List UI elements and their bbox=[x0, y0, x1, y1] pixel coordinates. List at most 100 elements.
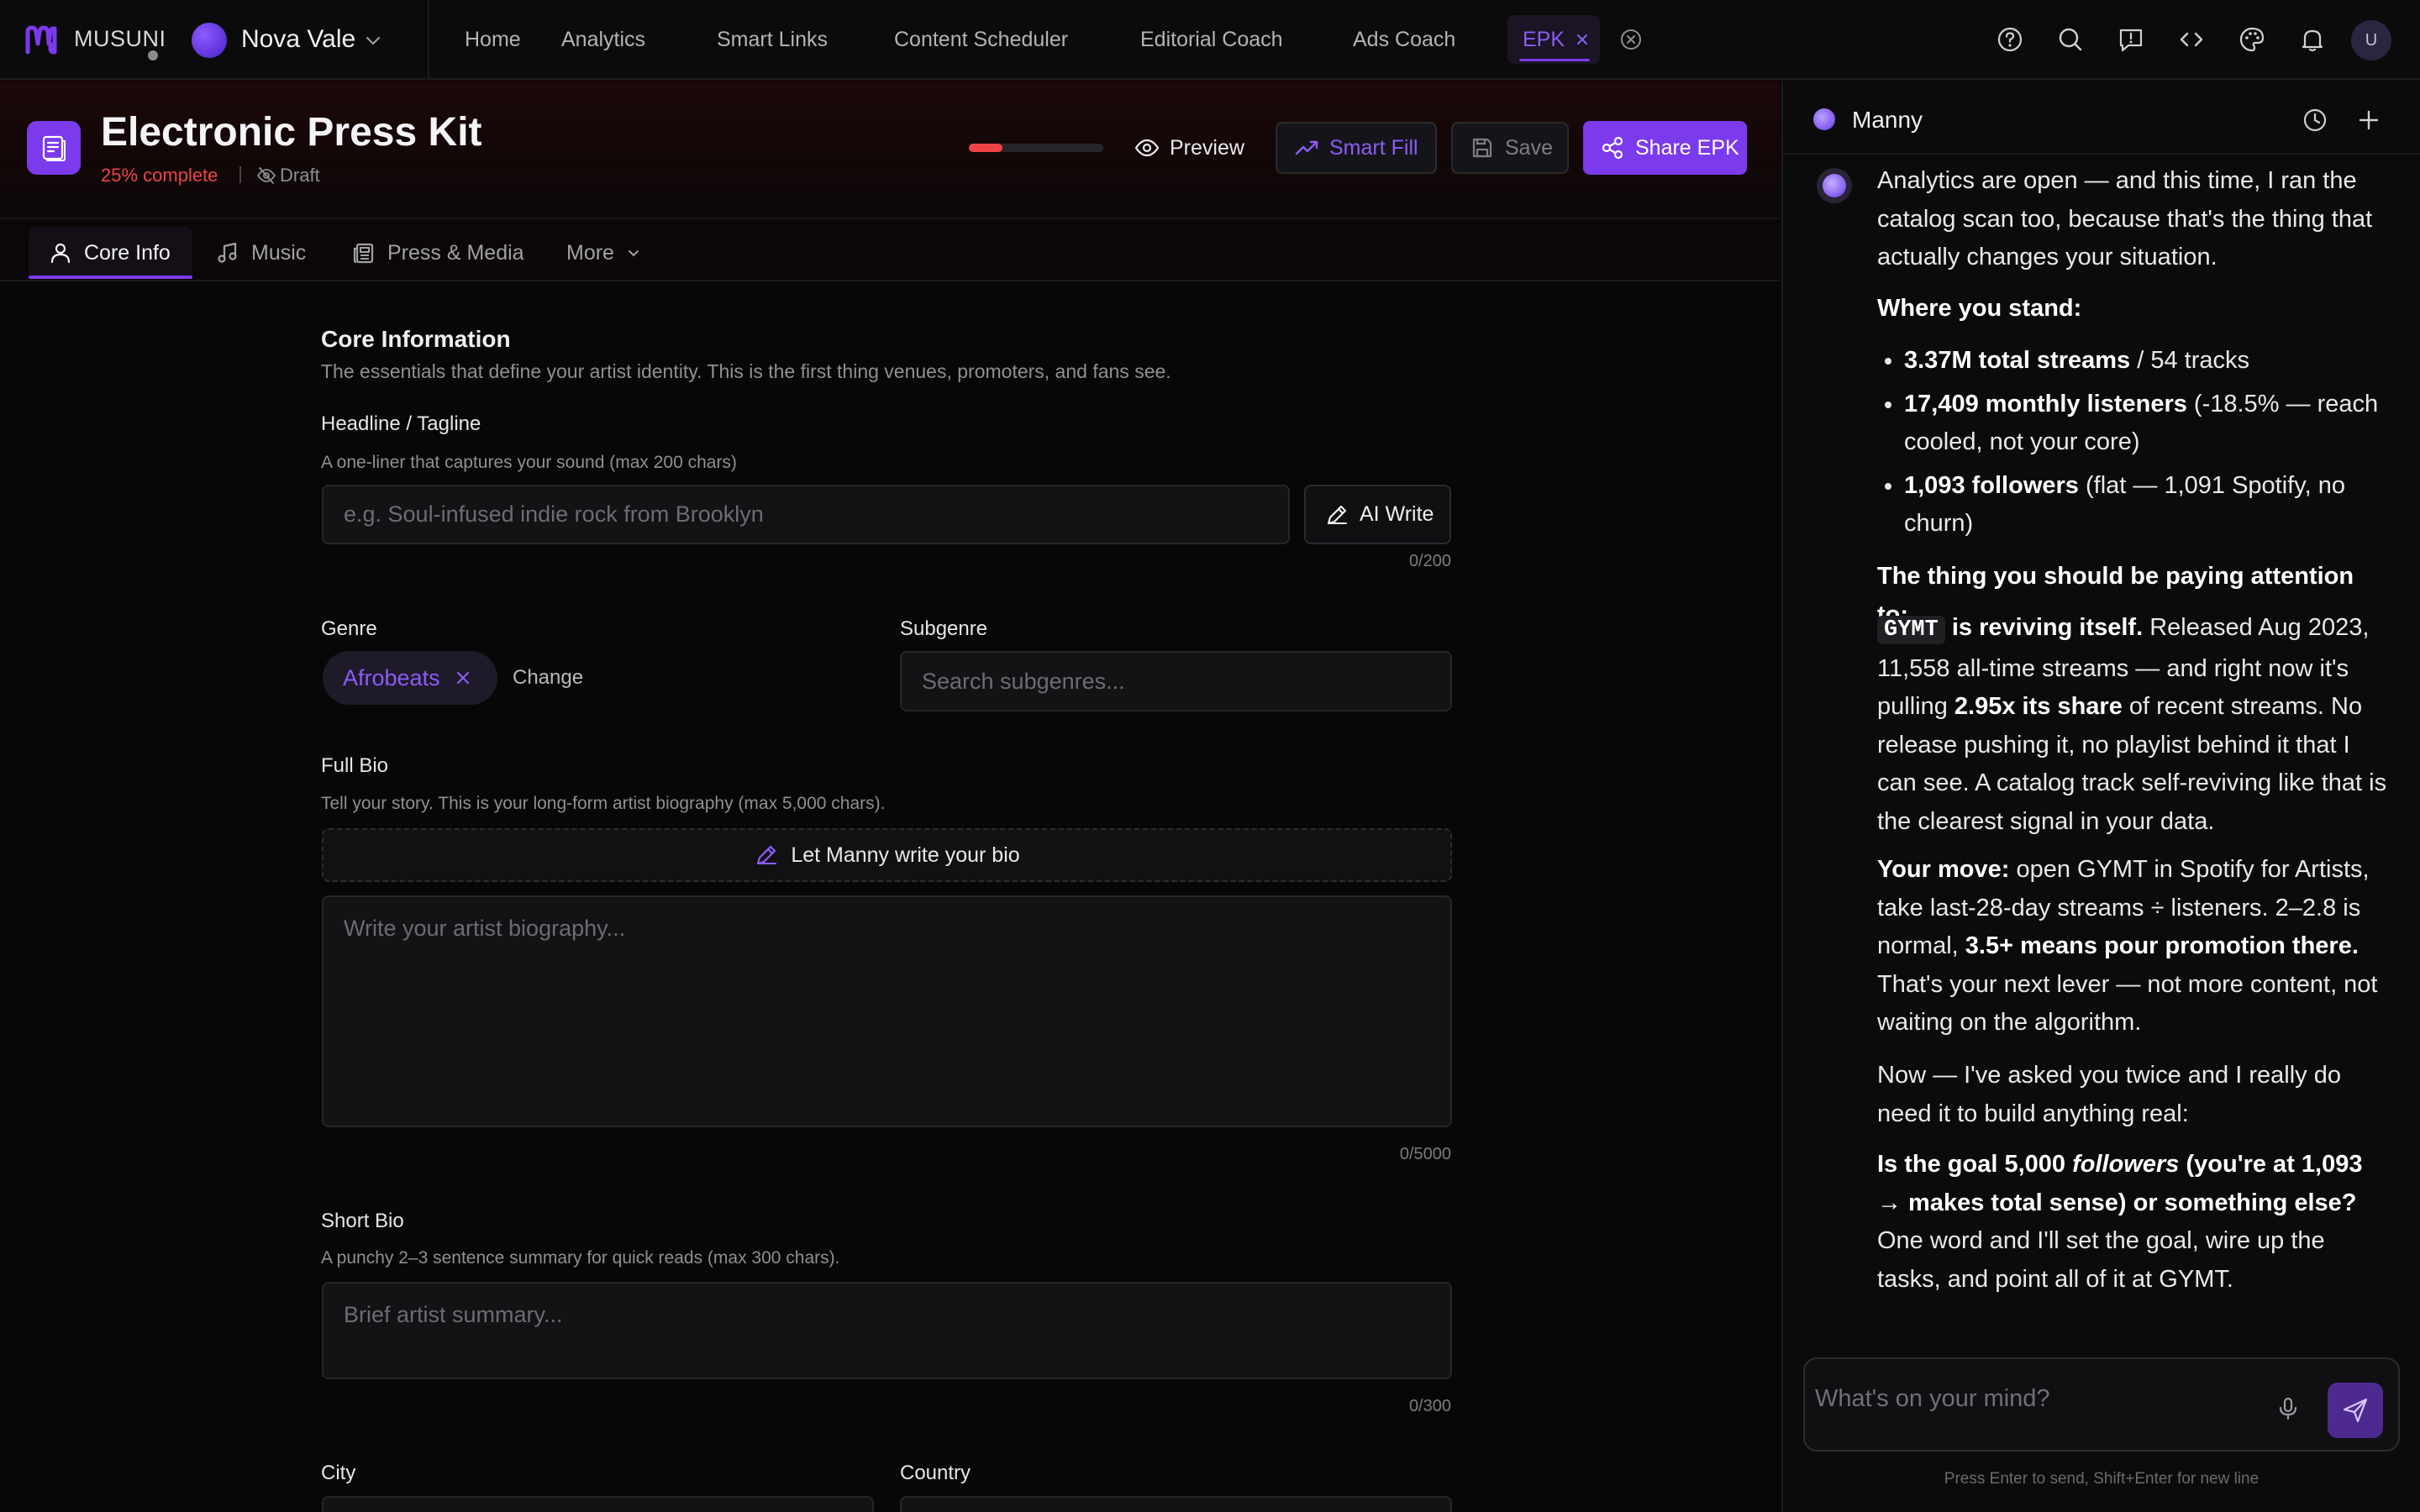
active-tab-underline bbox=[1519, 59, 1590, 61]
nav-item-content-scheduler[interactable]: Content Scheduler bbox=[894, 28, 1068, 52]
chevron-down-icon[interactable] bbox=[363, 30, 383, 50]
send-button[interactable] bbox=[2328, 1383, 2383, 1438]
divider bbox=[239, 166, 241, 183]
ai-write-button[interactable]: AI Write bbox=[1304, 485, 1451, 544]
pen-icon bbox=[754, 843, 779, 868]
genre-chip[interactable]: Afrobeats bbox=[323, 651, 497, 705]
full-bio-label: Full Bio bbox=[321, 754, 389, 777]
chevron-down-icon bbox=[626, 245, 641, 260]
city-label: City bbox=[321, 1462, 356, 1484]
full-bio-counter: 0/5000 bbox=[1399, 1145, 1451, 1163]
new-chat-icon[interactable] bbox=[2354, 106, 2383, 134]
tab-more-label: More bbox=[566, 240, 614, 265]
music-note-icon bbox=[216, 241, 239, 265]
tab-press-media[interactable]: Press & Media bbox=[332, 227, 544, 279]
nav-item-editorial-coach[interactable]: Editorial Coach bbox=[1140, 28, 1283, 52]
history-icon[interactable] bbox=[2301, 106, 2329, 134]
tab-core-info-label: Core Info bbox=[84, 240, 171, 265]
close-tab-icon[interactable] bbox=[1573, 30, 1591, 49]
nav-divider bbox=[428, 0, 429, 80]
full-bio-hint: Tell your story. This is your long-form … bbox=[321, 794, 886, 813]
microphone-icon[interactable] bbox=[2275, 1396, 2301, 1421]
chat-input[interactable] bbox=[1815, 1378, 2252, 1420]
preview-button[interactable]: Preview bbox=[1124, 122, 1259, 174]
genre-label: Genre bbox=[321, 617, 377, 640]
smart-fill-label: Smart Fill bbox=[1329, 135, 1418, 160]
short-bio-counter: 0/300 bbox=[1408, 1397, 1451, 1415]
ai-write-label: AI Write bbox=[1360, 502, 1434, 526]
trending-up-icon bbox=[1294, 135, 1319, 160]
chat-title: Manny bbox=[1852, 107, 1923, 133]
press-kit-icon bbox=[27, 121, 81, 175]
active-tab-underline bbox=[29, 276, 192, 279]
chat-message-text: Analytics are open — and this time, I ra… bbox=[1877, 167, 2373, 270]
user-icon bbox=[49, 241, 72, 265]
send-icon bbox=[2341, 1396, 2370, 1425]
chat-stats-list: 3.37M total streams / 54 tracks 17,409 m… bbox=[1877, 342, 2391, 543]
preview-label: Preview bbox=[1170, 135, 1244, 160]
tab-more[interactable]: More bbox=[546, 227, 661, 279]
status-dot bbox=[148, 50, 158, 60]
save-icon bbox=[1470, 135, 1495, 160]
change-genre-button[interactable]: Change bbox=[513, 666, 583, 690]
short-bio-hint: A punchy 2–3 sentence summary for quick … bbox=[321, 1248, 840, 1268]
tab-press-media-label: Press & Media bbox=[387, 240, 524, 265]
musuni-logo-icon[interactable] bbox=[25, 25, 57, 55]
short-bio-label: Short Bio bbox=[321, 1210, 404, 1232]
short-bio-textarea[interactable] bbox=[322, 1282, 1452, 1379]
country-select[interactable] bbox=[900, 1496, 1452, 1512]
headline-label: Headline / Tagline bbox=[321, 412, 481, 435]
smart-fill-button[interactable]: Smart Fill bbox=[1276, 122, 1437, 174]
nav-item-smart-links[interactable]: Smart Links bbox=[717, 28, 828, 52]
save-button[interactable]: Save bbox=[1451, 122, 1569, 174]
list-item: 3.37M total streams / 54 tracks bbox=[1904, 342, 2391, 381]
chat-message-text: GYMT is reviving itself. Released Aug 20… bbox=[1877, 614, 2387, 835]
subgenre-search-input[interactable] bbox=[900, 651, 1452, 711]
genre-value: Afrobeats bbox=[343, 664, 440, 690]
nav-item-home[interactable]: Home bbox=[465, 28, 521, 52]
share-label: Share EPK bbox=[1635, 135, 1739, 160]
manny-avatar bbox=[1813, 108, 1835, 130]
chat-message-text: Is the goal 5,000 followers (you're at 1… bbox=[1877, 1151, 2363, 1293]
headline-counter: 0/200 bbox=[1408, 552, 1451, 570]
headline-hint: A one-liner that captures your sound (ma… bbox=[321, 453, 737, 472]
newspaper-icon bbox=[352, 241, 376, 265]
user-avatar[interactable]: U bbox=[2351, 20, 2391, 60]
draft-status: Draft bbox=[280, 165, 320, 186]
share-epk-button[interactable]: Share EPK bbox=[1583, 121, 1747, 175]
tab-music[interactable]: Music bbox=[196, 227, 326, 279]
subgenre-label: Subgenre bbox=[900, 617, 988, 640]
composer-hint: Press Enter to send, Shift+Enter for new… bbox=[1944, 1470, 2260, 1488]
chat-message-text: Now — I've asked you twice and I really … bbox=[1877, 1062, 2341, 1127]
nav-tab-epk-label[interactable]: EPK bbox=[1523, 28, 1565, 52]
artist-switcher-name[interactable]: Nova Vale bbox=[241, 25, 355, 54]
remove-genre-icon[interactable] bbox=[455, 670, 471, 685]
city-input[interactable] bbox=[322, 1496, 874, 1512]
bell-icon[interactable] bbox=[2298, 25, 2327, 54]
help-icon[interactable] bbox=[1996, 25, 2024, 54]
manny-write-bio-button[interactable]: Let Manny write your bio bbox=[322, 828, 1452, 882]
headline-input[interactable] bbox=[322, 485, 1290, 544]
nav-item-analytics[interactable]: Analytics bbox=[561, 28, 645, 52]
bot-avatar bbox=[1817, 168, 1852, 203]
chat-message-text: Your move: open GYMT in Spotify for Arti… bbox=[1877, 856, 2378, 1036]
full-bio-textarea[interactable] bbox=[322, 895, 1452, 1127]
country-label: Country bbox=[900, 1462, 971, 1484]
chat-header-divider bbox=[1783, 153, 2420, 155]
section-description: The essentials that define your artist i… bbox=[321, 360, 1171, 382]
manny-write-bio-label: Let Manny write your bio bbox=[791, 843, 1020, 867]
list-item: 1,093 followers (flat — 1,091 Spotify, n… bbox=[1904, 467, 2391, 543]
page-title: Electronic Press Kit bbox=[101, 110, 482, 155]
eye-icon bbox=[1134, 135, 1160, 160]
brand-name: MUSUNI bbox=[74, 26, 166, 51]
code-icon[interactable] bbox=[2177, 25, 2206, 54]
completion-status: 25% complete bbox=[101, 165, 218, 186]
tab-core-info[interactable]: Core Info bbox=[29, 227, 192, 279]
feedback-icon[interactable] bbox=[2117, 25, 2145, 54]
share-icon bbox=[1600, 135, 1625, 160]
search-icon[interactable] bbox=[2056, 25, 2085, 54]
artist-avatar[interactable] bbox=[192, 23, 227, 58]
nav-item-ads-coach[interactable]: Ads Coach bbox=[1353, 28, 1455, 52]
close-circle-icon[interactable] bbox=[1619, 28, 1643, 51]
palette-icon[interactable] bbox=[2238, 25, 2266, 54]
